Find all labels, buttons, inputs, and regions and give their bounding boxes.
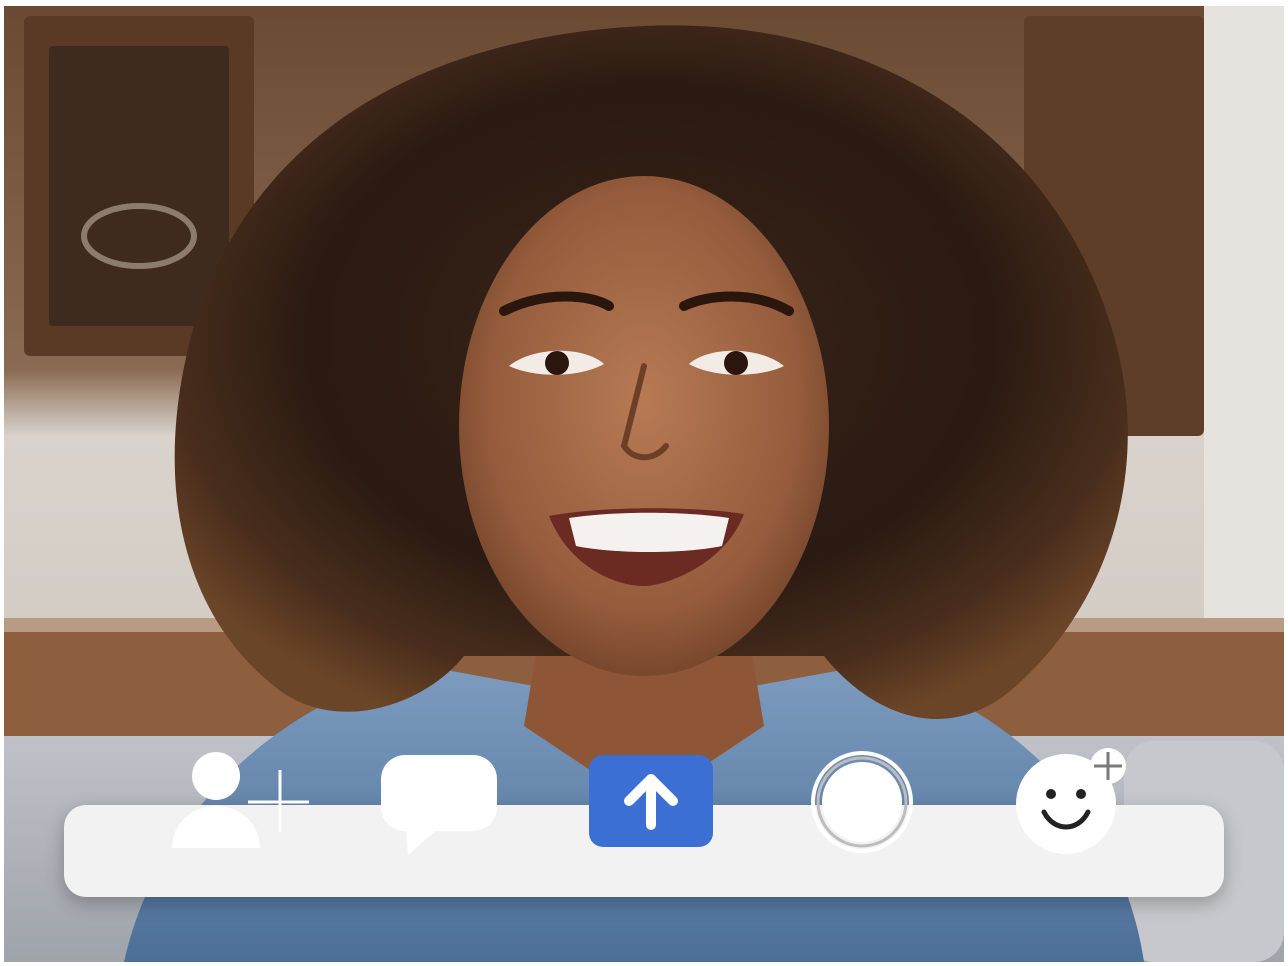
add-reaction-icon	[1016, 748, 1126, 854]
record-circle-icon	[811, 751, 913, 853]
add-reaction-button[interactable]	[1014, 748, 1132, 854]
chat-button[interactable]	[378, 753, 500, 857]
invite-participant-icon	[172, 752, 309, 848]
video-call-window	[0, 0, 1288, 966]
record-button[interactable]	[810, 750, 914, 854]
invite-participant-button[interactable]	[168, 752, 313, 852]
chat-bubble-icon	[381, 755, 497, 855]
share-screen-button[interactable]	[589, 755, 713, 847]
share-screen-arrow-icon	[589, 755, 713, 847]
